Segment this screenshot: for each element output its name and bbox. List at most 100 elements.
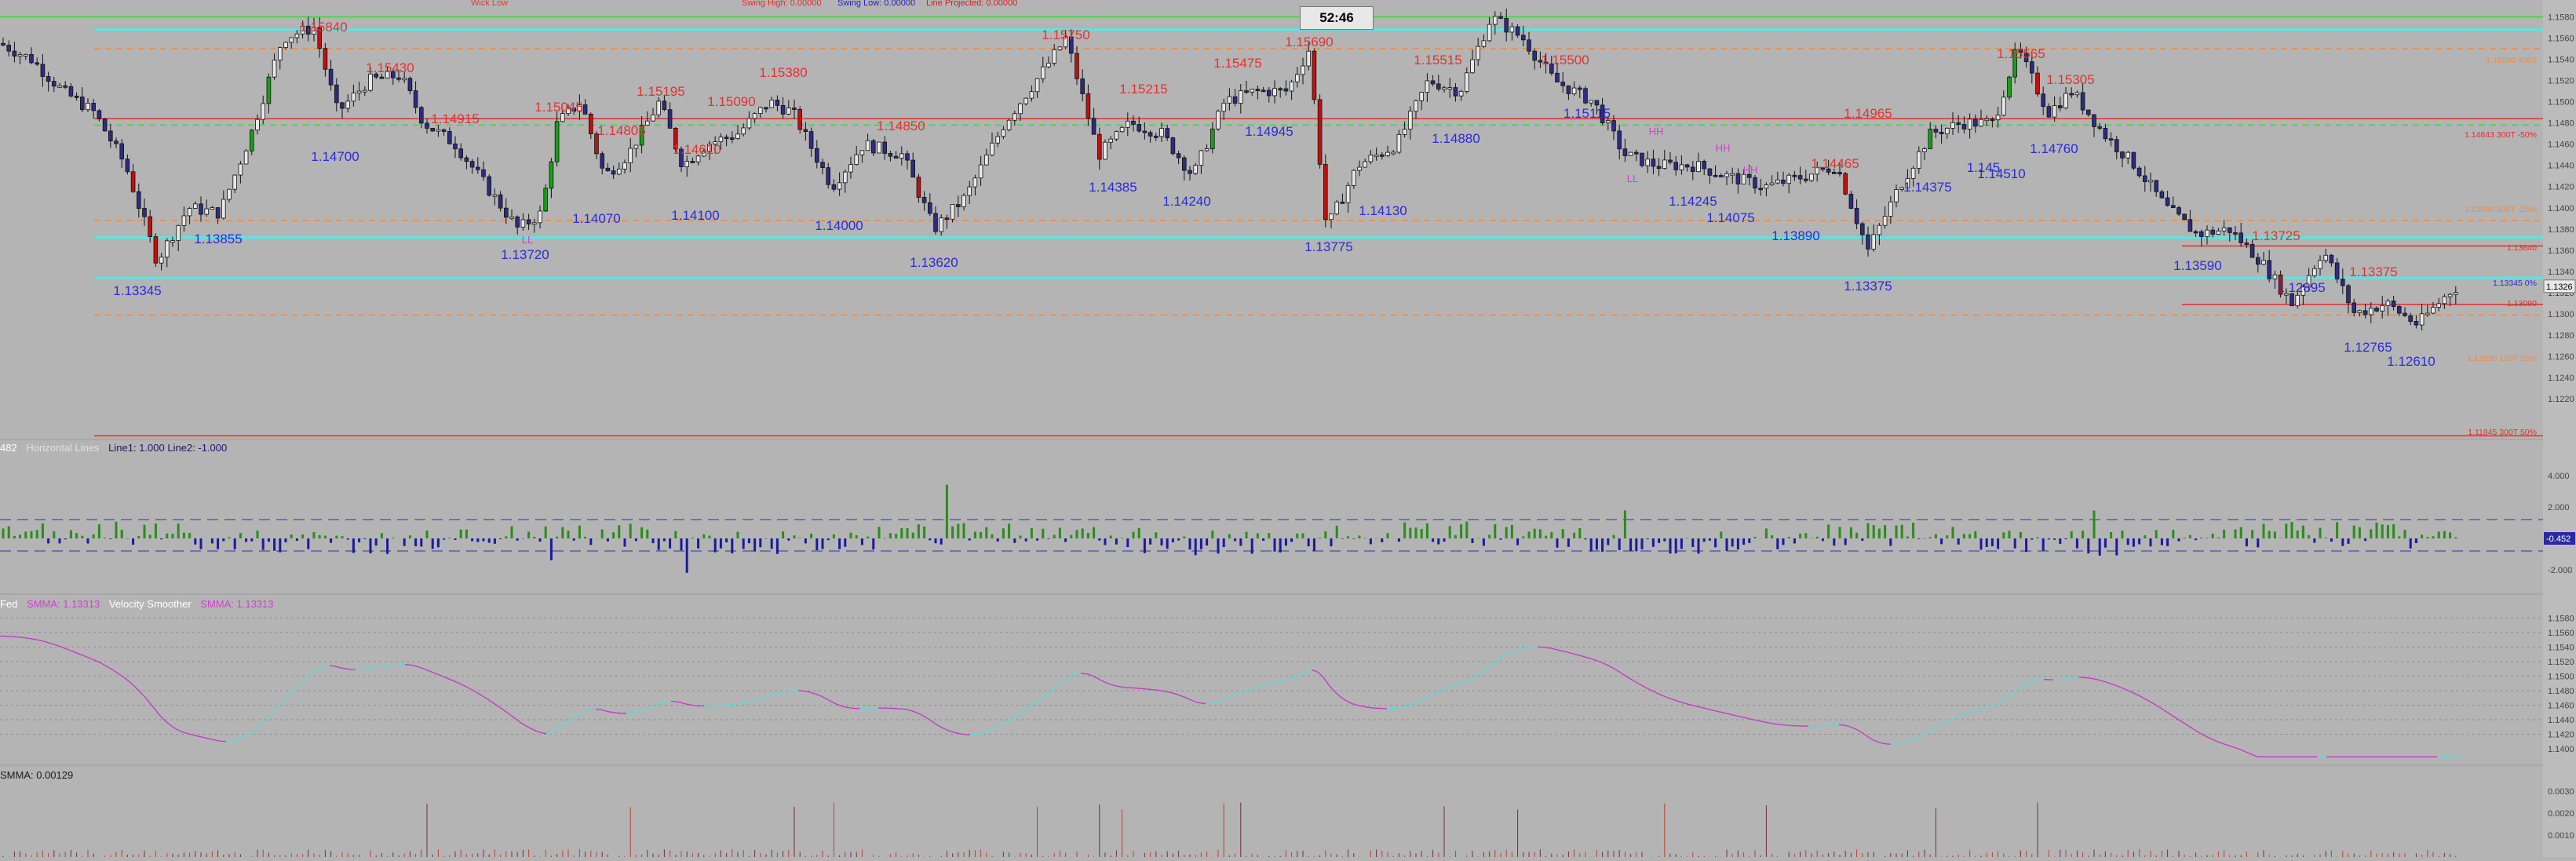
osc-bar [985, 527, 987, 538]
osc-bar [771, 538, 773, 549]
smma-segment [563, 724, 565, 725]
smma-segment [1448, 686, 1450, 687]
smma-segment [1476, 674, 1479, 676]
smma-segment [1420, 700, 1422, 702]
smma-segment [768, 695, 770, 696]
candle-body [1612, 121, 1616, 131]
smma-segment [148, 701, 151, 704]
candle-body [278, 48, 282, 60]
candle-body [2425, 313, 2429, 315]
candle-body [1662, 160, 1666, 169]
smma-segment [243, 736, 245, 737]
osc-bar [969, 538, 971, 541]
osc-bar [2, 528, 5, 538]
osc-bar [601, 530, 604, 538]
candle-body [154, 237, 158, 264]
candle-body [2397, 307, 2401, 314]
smma-segment [1731, 714, 1733, 715]
smma-segment [252, 731, 254, 732]
smma-segment [659, 703, 662, 704]
smma-segment [518, 721, 520, 722]
smma-segment [1726, 713, 1728, 714]
osc-bar [499, 538, 502, 539]
price-axis-tick: 1.1240 [2548, 374, 2574, 383]
swing-label-high: 1.15690 [1285, 35, 1333, 49]
smma-segment [1983, 707, 1985, 708]
candle-body [2171, 206, 2175, 208]
osc-bar [222, 538, 224, 542]
candle-body [1041, 67, 1045, 78]
candle-body [256, 119, 260, 130]
smma-segment [1961, 714, 1964, 715]
smma-segment [170, 724, 172, 726]
candle-body [1793, 175, 1797, 177]
osc-bar [432, 538, 434, 549]
candle-body [2409, 316, 2413, 321]
osc-bar [1726, 538, 1728, 551]
smma-segment [1100, 680, 1102, 681]
smma-segment [99, 662, 101, 663]
candle-body [419, 108, 423, 123]
osc-bar [42, 524, 44, 538]
smma-segment [1345, 699, 1347, 701]
osc-bar [347, 538, 349, 540]
osc-bar [1980, 538, 1983, 549]
chart-canvas[interactable]: 1.158401.154301.149151.150451.148051.151… [0, 0, 2576, 857]
osc-bar [787, 538, 790, 541]
osc-bar [2127, 538, 2129, 545]
smma-segment [1745, 717, 1747, 718]
candle-body [1979, 119, 1983, 126]
smma-segment [1321, 675, 1323, 677]
osc-bar [1534, 529, 1536, 538]
swing-label-high: 1.15305 [2046, 72, 2094, 87]
candle-body [2228, 228, 2231, 232]
osc-bar [1629, 538, 1632, 551]
candle-body [18, 55, 22, 57]
smma-segment [2242, 750, 2244, 751]
osc-bar [2398, 536, 2400, 538]
swing-label-low: 1.14375 [1903, 180, 1951, 195]
smma-segment [1342, 698, 1345, 699]
osc-bar [1528, 531, 1531, 538]
osc-bar [19, 534, 21, 538]
smma-segment [1349, 702, 1352, 703]
smma-segment [1005, 721, 1008, 723]
smma-segment [1036, 701, 1038, 702]
osc-bar [330, 538, 332, 543]
smma-segment [457, 682, 459, 683]
smma-segment [294, 687, 297, 689]
smma-segment [1352, 703, 1354, 704]
candle-body [662, 101, 666, 110]
smma-segment [174, 728, 177, 729]
osc-bar [1432, 538, 1434, 542]
osc-bar [974, 531, 976, 538]
candle-body [2392, 301, 2395, 306]
osc-bar [1025, 538, 1027, 542]
candle-body [1358, 167, 1362, 170]
smma-segment [1213, 702, 1215, 703]
candle-body [1182, 158, 1186, 170]
smma-segment [115, 672, 118, 673]
candle-body [1640, 153, 1644, 166]
smma-segment [584, 710, 586, 711]
chart-window[interactable]: 1.158401.154301.149151.150451.148051.151… [0, 0, 2576, 857]
candle-body [2109, 139, 2113, 140]
osc-bar [584, 537, 586, 538]
osc-bar [81, 536, 83, 538]
price-axis-tick: 1.1260 [2548, 352, 2574, 362]
candle-body [2250, 244, 2254, 257]
candle-body [239, 164, 243, 175]
candle-body [1866, 235, 1870, 249]
osc-bar [70, 530, 72, 538]
smma-segment [1229, 697, 1231, 698]
smma-segment [339, 667, 341, 668]
osc-bar [132, 538, 134, 545]
candle-body [1911, 168, 1915, 178]
candle-body [1295, 75, 1299, 82]
smma-segment [685, 704, 688, 705]
smma-segment [1319, 673, 1321, 675]
osc-bar [217, 538, 219, 549]
osc-bar [1449, 526, 1451, 538]
osc-bar [1539, 529, 1542, 538]
smma-segment [1644, 687, 1646, 688]
